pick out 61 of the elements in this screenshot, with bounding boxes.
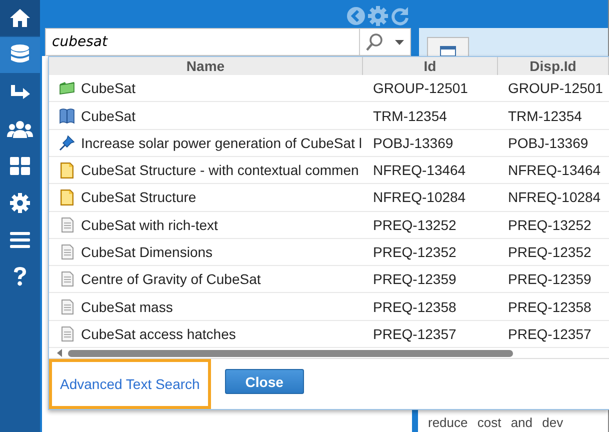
- item-name[interactable]: CubeSat Structure: [81, 189, 196, 206]
- item-name[interactable]: CubeSat mass: [81, 298, 173, 315]
- table-cell-text: PREQ-13252: [372, 216, 458, 235]
- item-name[interactable]: Centre of Gravity of CubeSat: [81, 271, 261, 288]
- table-cell-text: GROUP-12501: [507, 79, 604, 98]
- table-cell-text: POBJ-13369: [507, 134, 590, 153]
- menu-icon: [10, 232, 30, 248]
- table-cell-text: TRM-12354: [507, 106, 583, 126]
- item-name[interactable]: CubeSat: [81, 80, 136, 96]
- table-cell-text: NFREQ-10284: [372, 188, 467, 208]
- item-name[interactable]: CubeSat: [81, 108, 136, 124]
- table-cell-text: GROUP-12501: [372, 79, 469, 98]
- table-cell-text: NFREQ-13464: [507, 161, 602, 180]
- table-cell-text: PREQ-12358: [507, 298, 592, 317]
- background-text: reduce cost and dev: [428, 415, 564, 430]
- table-cell-text: PREQ-12359: [507, 270, 592, 290]
- help-icon: [13, 267, 27, 287]
- grid-icon: [10, 157, 30, 175]
- advanced-search-link[interactable]: Advanced Text Search: [60, 376, 200, 392]
- pin-icon: [59, 134, 75, 151]
- document-icon: [60, 271, 74, 288]
- scroll-left-icon[interactable]: [57, 349, 62, 358]
- table-cell-text: PREQ-12352: [507, 242, 592, 262]
- item-name[interactable]: CubeSat with rich-text: [81, 216, 218, 233]
- item-name[interactable]: CubeSat Dimensions: [81, 244, 213, 260]
- search-icon[interactable]: [366, 33, 384, 51]
- item-name[interactable]: CubeSat Structure - with contextual commen: [81, 162, 359, 178]
- table-cell-text: PREQ-12359: [372, 270, 458, 290]
- table-cell-text: NFREQ-10284: [507, 188, 602, 208]
- column-header[interactable]: Disp.Id: [498, 57, 609, 76]
- arrow-icon: [9, 85, 31, 99]
- table-cell-text: PREQ-12358: [372, 298, 458, 317]
- home-icon: [9, 8, 31, 28]
- close-button[interactable]: Close: [224, 369, 304, 394]
- document-icon: [60, 216, 74, 233]
- scrollbar[interactable]: [68, 350, 513, 357]
- sidebar-item[interactable]: [0, 37, 40, 73]
- column-header[interactable]: Name: [49, 57, 363, 76]
- document-icon: [60, 188, 74, 206]
- caret-icon[interactable]: [395, 40, 404, 44]
- document-icon: [60, 162, 74, 179]
- search-field[interactable]: cubesat: [45, 28, 359, 56]
- table-cell-text: PREQ-12357: [507, 324, 592, 344]
- table-cell-text: POBJ-13369: [372, 134, 454, 153]
- folder-icon: [59, 81, 75, 96]
- users-icon: [7, 120, 33, 138]
- sidebar-item[interactable]: [0, 0, 40, 36]
- item-name[interactable]: CubeSat access hatches: [81, 326, 236, 342]
- document-icon: [60, 244, 74, 260]
- table-cell-text: PREQ-12357: [372, 324, 458, 344]
- table-cell-text: TRM-12354: [372, 106, 448, 126]
- document-icon: [60, 326, 74, 342]
- item-name[interactable]: Increase solar power generation of CubeSat l: [81, 134, 362, 151]
- table-cell-text: NFREQ-13464: [372, 161, 467, 180]
- table-cell-text: PREQ-12352: [372, 242, 458, 262]
- table-cell-text: PREQ-13252: [507, 216, 592, 235]
- document-icon: [60, 298, 74, 315]
- column-header[interactable]: Id: [363, 57, 498, 76]
- book-icon: [59, 108, 75, 124]
- view-tab[interactable]: [427, 37, 469, 56]
- settings-icon: [10, 193, 30, 213]
